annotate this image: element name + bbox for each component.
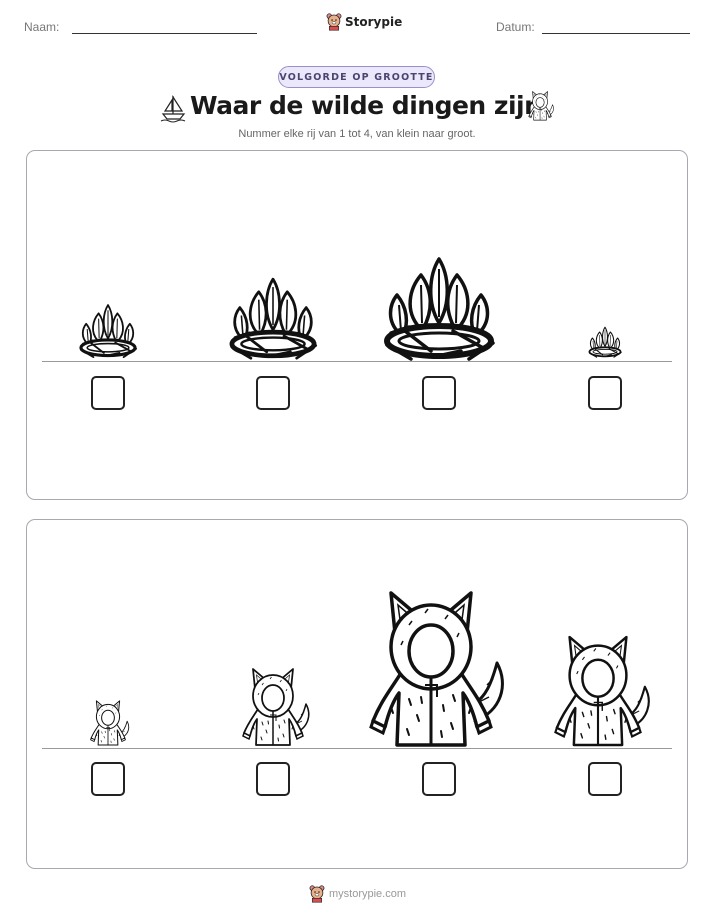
order-box-costume-3[interactable] [422,762,456,796]
order-box-crown-1[interactable] [91,376,125,410]
order-box-crown-3[interactable] [422,376,456,410]
order-box-crown-2[interactable] [256,376,290,410]
crown-illustration-4 [588,326,623,359]
crown-illustration-3 [387,259,493,359]
order-box-costume-4[interactable] [588,762,622,796]
footer: mystorypie.com [309,885,406,903]
footer-link[interactable]: mystorypie.com [329,888,406,900]
order-box-crown-4[interactable] [588,376,622,410]
order-box-costume-1[interactable] [91,762,125,796]
sorting-row-wolf-costumes [26,519,688,869]
storypie-bear-logo-icon [309,885,325,903]
crown-illustration-2 [232,279,316,358]
order-box-costume-2[interactable] [256,762,290,796]
ground-line [42,748,672,749]
crown-illustration-1 [79,303,138,359]
